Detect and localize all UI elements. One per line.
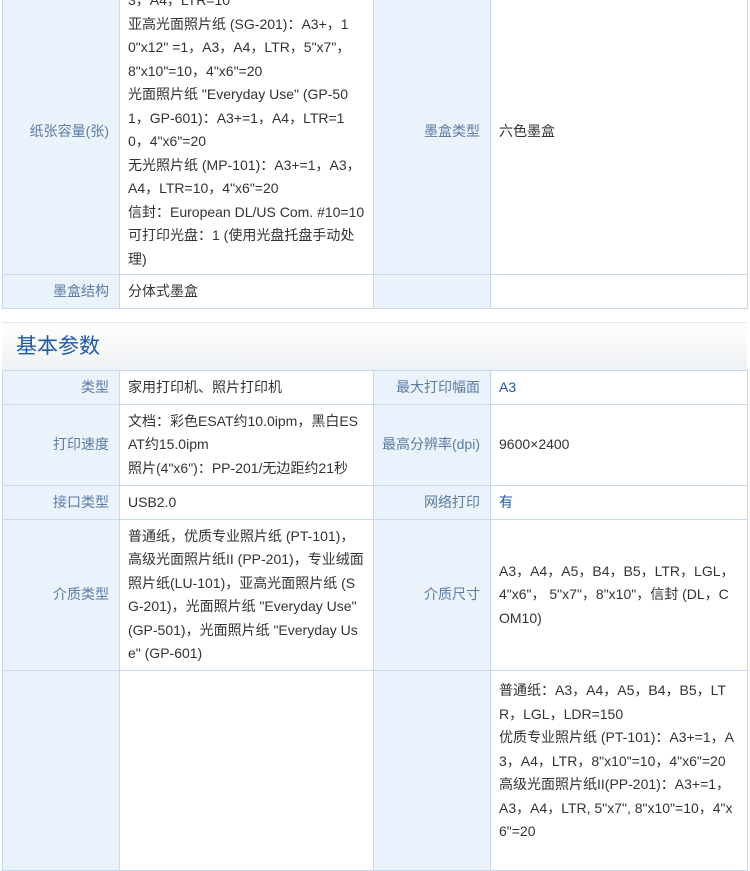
row-label-blank — [2, 670, 120, 871]
value-line: 光面照片纸 "Everyday Use" (GP-501，GP-601)：A3+… — [128, 86, 348, 149]
spec-table-paper: 纸张容量(张) 3，A4，LTR=10 亚高光面照片纸 (SG-201)：A3+… — [2, 0, 748, 309]
row-value-media-type: 普通纸，优质专业照片纸 (PT-101)，高级光面照片纸II (PP-201)，… — [119, 519, 374, 671]
row-value-network-print[interactable]: 有 — [490, 485, 748, 520]
row-label-media-size: 介质尺寸 — [373, 519, 491, 671]
row-label-max-print-size: 最大打印幅面 — [373, 370, 491, 405]
section-title: 基本参数 — [16, 335, 100, 358]
row-value-max-print-size[interactable]: A3 — [490, 370, 748, 405]
value-line: 高级光面照片纸II(PP-201)：A3+=1，A3，A4，LTR, 5"x7"… — [499, 776, 733, 839]
value-line: 可打印光盘：1 (使用光盘托盘手动处理) — [128, 227, 355, 267]
table-row: 介质类型 普通纸，优质专业照片纸 (PT-101)，高级光面照片纸II (PP-… — [2, 519, 748, 671]
row-label-empty — [373, 274, 491, 309]
row-label-type: 类型 — [2, 370, 120, 405]
row-value-interface: USB2.0 — [119, 485, 374, 520]
row-label-max-resolution: 最高分辨率(dpi) — [373, 404, 491, 486]
value-line: 无光照片纸 (MP-101)：A3+=1，A3，A4，LTR=10，4"x6"=… — [128, 156, 361, 197]
row-value-type: 家用打印机、照片打印机 — [119, 370, 374, 405]
row-label-media-type: 介质类型 — [2, 519, 120, 671]
value-line: 照片(4"x6")：PP-201/无边距约21秒 — [128, 459, 348, 476]
value-line: 亚高光面照片纸 (SG-201)：A3+，10"x12" =1，A3，A4，LT… — [128, 15, 351, 79]
row-label-blank-2 — [373, 670, 491, 871]
row-value-cartridge-structure: 分体式墨盒 — [119, 274, 374, 309]
section-header: 基本参数 — [2, 322, 747, 371]
table-row: 纸张容量(张) 3，A4，LTR=10 亚高光面照片纸 (SG-201)：A3+… — [2, 0, 748, 275]
value-line: 文档：彩色ESAT约10.0ipm，黑白ESAT约15.0ipm — [128, 412, 359, 453]
table-row: 打印速度 文档：彩色ESAT约10.0ipm，黑白ESAT约15.0ipm 照片… — [2, 404, 748, 486]
row-label-network-print: 网络打印 — [373, 485, 491, 520]
value-line: 3，A4，LTR=10 — [128, 0, 231, 8]
table-row: 普通纸：A3，A4，A5，B4，B5，LTR，LGL，LDR=150 优质专业照… — [2, 670, 748, 871]
row-label-cartridge-type: 墨盒类型 — [373, 0, 491, 275]
value-line: 信封：European DL/US Com. #10=10 — [128, 203, 365, 220]
row-label-cartridge-structure: 墨盒结构 — [2, 274, 120, 309]
value-line: 优质专业照片纸 (PT-101)：A3+=1，A3，A4，LTR，8"x10"=… — [499, 729, 734, 769]
row-label-print-speed: 打印速度 — [2, 404, 120, 486]
row-value-print-speed: 文档：彩色ESAT约10.0ipm，黑白ESAT约15.0ipm 照片(4"x6… — [119, 404, 374, 486]
table-row: 接口类型 USB2.0 网络打印 有 — [2, 485, 748, 520]
row-value-empty — [490, 274, 748, 309]
row-value-cartridge-type: 六色墨盒 — [490, 0, 748, 275]
row-value-paper-capacity-2: 普通纸：A3，A4，A5，B4，B5，LTR，LGL，LDR=150 优质专业照… — [490, 670, 748, 871]
row-value-blank — [119, 670, 374, 871]
row-value-media-size: A3，A4，A5，B4，B5，LTR，LGL，4"x6"， 5"x7"，8"x1… — [490, 519, 748, 671]
table-row: 墨盒结构 分体式墨盒 — [2, 274, 748, 309]
spec-table-basic: 类型 家用打印机、照片打印机 最大打印幅面 A3 打印速度 文档：彩色ESAT约… — [2, 370, 748, 871]
value-line: 普通纸：A3，A4，A5，B4，B5，LTR，LGL，LDR=150 — [499, 682, 726, 722]
table-row: 类型 家用打印机、照片打印机 最大打印幅面 A3 — [2, 370, 748, 405]
row-label-paper-capacity: 纸张容量(张) — [2, 0, 120, 275]
row-value-max-resolution: 9600×2400 — [490, 404, 748, 486]
row-label-interface: 接口类型 — [2, 485, 120, 520]
row-value-paper-capacity: 3，A4，LTR=10 亚高光面照片纸 (SG-201)：A3+，10"x12"… — [119, 0, 374, 275]
